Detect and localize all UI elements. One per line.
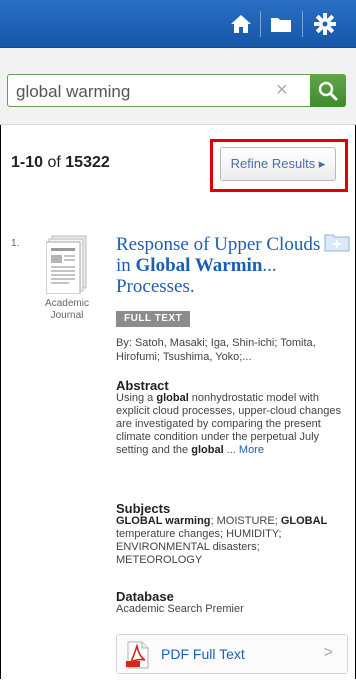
toolbar-divider — [302, 11, 303, 37]
add-to-folder-icon[interactable] — [324, 232, 350, 252]
clear-icon[interactable]: × — [276, 79, 288, 102]
folder-icon[interactable] — [266, 9, 296, 39]
title-highlight: Global Warmin — [135, 255, 263, 276]
search-input[interactable] — [14, 80, 268, 104]
chevron-right-icon: > — [323, 644, 333, 661]
abstract-text: Using a global nonhydrostatic model with… — [116, 392, 348, 457]
abstract-highlight: global — [156, 392, 189, 404]
result-authors: By: Satoh, Masaki; Iga, Shin-ichi; Tomit… — [116, 337, 316, 363]
search-area: × — [0, 48, 356, 125]
result-total: 15322 — [65, 154, 110, 171]
abstract-part: Using a — [116, 392, 157, 404]
subject-highlight: GLOBAL — [280, 515, 328, 527]
search-button[interactable] — [310, 74, 346, 107]
search-box: × — [7, 74, 346, 107]
subjects-label: Subjects — [116, 501, 171, 516]
pdf-icon — [126, 641, 149, 669]
pdf-full-text-label: PDF Full Text — [161, 646, 245, 662]
subject-part: ; MOISTURE; — [210, 515, 281, 527]
result-title[interactable]: Response of Upper Clouds in Global Warmi… — [116, 234, 321, 297]
abstract-highlight: global — [191, 444, 224, 456]
database-label: Database — [116, 589, 174, 604]
publication-type: Academic Journal — [45, 298, 89, 321]
result-of: of — [47, 154, 61, 171]
top-toolbar — [0, 0, 356, 48]
gear-icon[interactable] — [310, 9, 340, 39]
refine-results-button[interactable]: Refine Results ▸ — [220, 147, 336, 181]
database-value: Academic Search Premier — [116, 603, 244, 615]
abstract-more-link[interactable]: More — [239, 444, 264, 456]
toolbar-divider — [260, 11, 261, 37]
abstract-part: ... — [223, 444, 239, 456]
subjects-text: GLOBAL warming; MOISTURE; GLOBAL tempera… — [116, 515, 348, 567]
result-count: 1-10 of 15322 — [11, 154, 110, 172]
result-range: 1-10 — [11, 154, 44, 171]
home-icon[interactable] — [226, 9, 256, 39]
subject-part: temperature changes; HUMIDITY; ENVIRONME… — [116, 528, 282, 566]
refine-results-label: Refine Results ▸ — [230, 156, 326, 171]
result-number: 1. — [11, 238, 20, 249]
abstract-label: Abstract — [116, 378, 169, 393]
full-text-badge: FULL TEXT — [116, 311, 191, 327]
search-icon — [318, 81, 338, 100]
pdf-full-text-button[interactable]: PDF Full Text > — [116, 634, 348, 674]
subject-highlight: GLOBAL warming — [116, 515, 211, 527]
academic-journal-icon — [46, 235, 87, 294]
